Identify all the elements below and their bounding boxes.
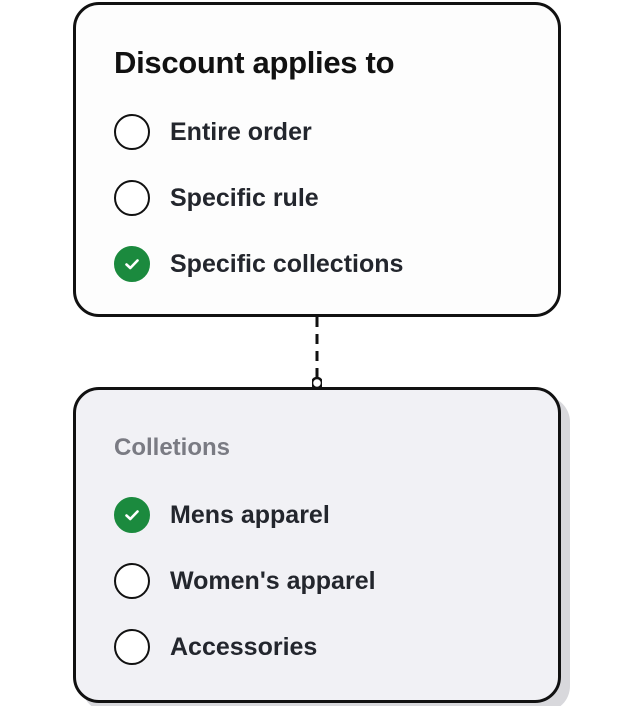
radio-empty-icon[interactable] [114, 629, 150, 665]
option-label: Specific collections [170, 250, 404, 278]
collection-label: Mens apparel [170, 501, 330, 529]
checkmark-icon [125, 510, 139, 521]
radio-empty-icon[interactable] [114, 180, 150, 216]
discount-scope-illustration: Discount applies to Entire order Specifi… [0, 0, 632, 706]
option-entire-order[interactable]: Entire order [114, 99, 558, 165]
check-circle-icon[interactable] [114, 497, 150, 533]
radio-empty-icon[interactable] [114, 114, 150, 150]
collection-label: Accessories [170, 633, 318, 661]
collection-accessories[interactable]: Accessories [114, 614, 558, 680]
dashed-connector [312, 317, 322, 389]
collection-mens-apparel[interactable]: Mens apparel [114, 482, 558, 548]
collections-card: Colletions Mens apparel Women's apparel … [73, 387, 561, 703]
collection-womens-apparel[interactable]: Women's apparel [114, 548, 558, 614]
discount-applies-card: Discount applies to Entire order Specifi… [73, 2, 561, 317]
option-specific-collections[interactable]: Specific collections [114, 231, 558, 297]
checkmark-icon [125, 259, 139, 270]
discount-options: Entire order Specific rule Specific coll… [114, 99, 558, 297]
check-circle-icon[interactable] [114, 246, 150, 282]
collection-options: Mens apparel Women's apparel Accessories [114, 482, 558, 680]
option-label: Entire order [170, 118, 312, 146]
collection-label: Women's apparel [170, 567, 376, 595]
radio-empty-icon[interactable] [114, 563, 150, 599]
option-specific-rule[interactable]: Specific rule [114, 165, 558, 231]
option-label: Specific rule [170, 184, 319, 212]
collections-title: Colletions [114, 434, 231, 461]
discount-applies-title: Discount applies to [114, 45, 395, 80]
